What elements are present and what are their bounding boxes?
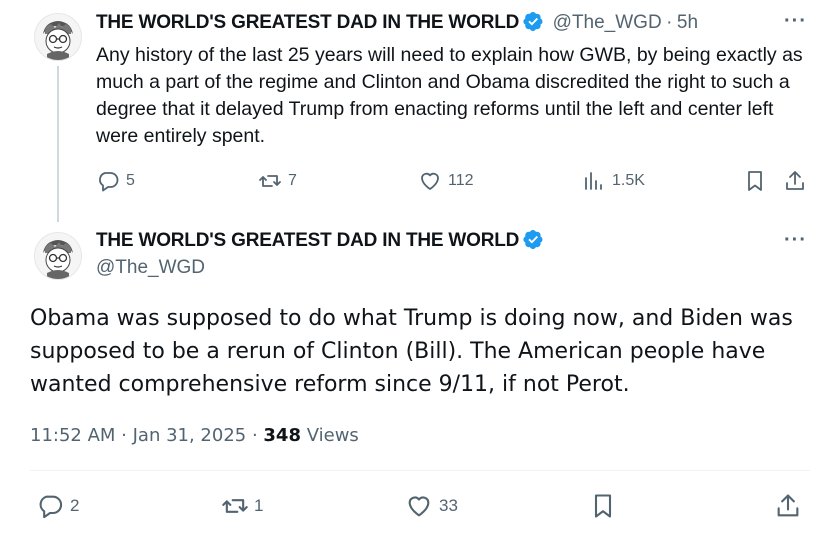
display-name[interactable]: THE WORLD'S GREATEST DAD IN THE WORLD [96,12,519,33]
thread-line [57,66,59,222]
heart-icon [408,496,430,517]
bookmark-icon [594,494,612,518]
verified-badge-icon [523,229,543,250]
tweet-meta: 11:52 AM · Jan 31, 2025 · 348 Views [30,425,359,446]
share-button[interactable] [774,492,802,520]
repost-button[interactable]: 7 [258,169,297,193]
like-button[interactable]: 33 [405,492,458,520]
divider [30,470,810,471]
handle[interactable]: @The_WGD [553,12,662,33]
views-label: Views [306,425,359,446]
share-icon [786,171,804,190]
like-button[interactable]: 112 [418,169,474,193]
verified-badge-icon [523,11,543,32]
reply-count: 5 [126,172,135,189]
repost-button[interactable]: 1 [220,492,263,520]
like-count: 33 [439,496,458,515]
share-button[interactable] [783,169,807,193]
repost-icon [259,175,281,187]
reply-button[interactable]: 2 [36,492,79,520]
views-button[interactable]: 1.5K [582,169,645,193]
reply-button[interactable]: 5 [96,169,135,193]
reply-tweet-header: THE WORLD'S GREATEST DAD IN THE WORLD @T… [96,11,698,34]
repost-icon [222,499,248,513]
bookmark-icon [748,171,762,191]
avatar[interactable] [34,13,82,61]
main-tweet-text: Obama was supposed to do what Trump is d… [30,306,793,397]
more-options-icon[interactable]: ··· [784,10,807,33]
repost-count: 7 [288,172,297,189]
view-count: 1.5K [612,172,645,189]
more-options-icon[interactable]: ··· [784,229,807,252]
avatar[interactable] [34,232,82,280]
reply-icon [99,172,119,192]
handle[interactable]: @The_WGD [96,257,205,279]
reply-tweet-text: Any history of the last 25 years will ne… [96,44,803,147]
repost-count: 1 [254,496,264,515]
time-ago[interactable]: 5h [677,12,698,33]
analytics-icon [585,172,602,190]
like-count: 112 [448,172,474,189]
reply-icon [39,495,63,519]
main-tweet-header: THE WORLD'S GREATEST DAD IN THE WORLD [96,229,544,252]
heart-icon [421,172,439,190]
reply-count: 2 [70,496,80,515]
separator: · [666,12,673,33]
display-name[interactable]: THE WORLD'S GREATEST DAD IN THE WORLD [96,230,519,251]
views-count: 348 [263,425,301,446]
timestamp[interactable]: 11:52 AM · Jan 31, 2025 · [30,425,263,446]
share-icon [777,494,799,517]
bookmark-button[interactable] [589,492,617,520]
bookmark-button[interactable] [743,169,767,193]
